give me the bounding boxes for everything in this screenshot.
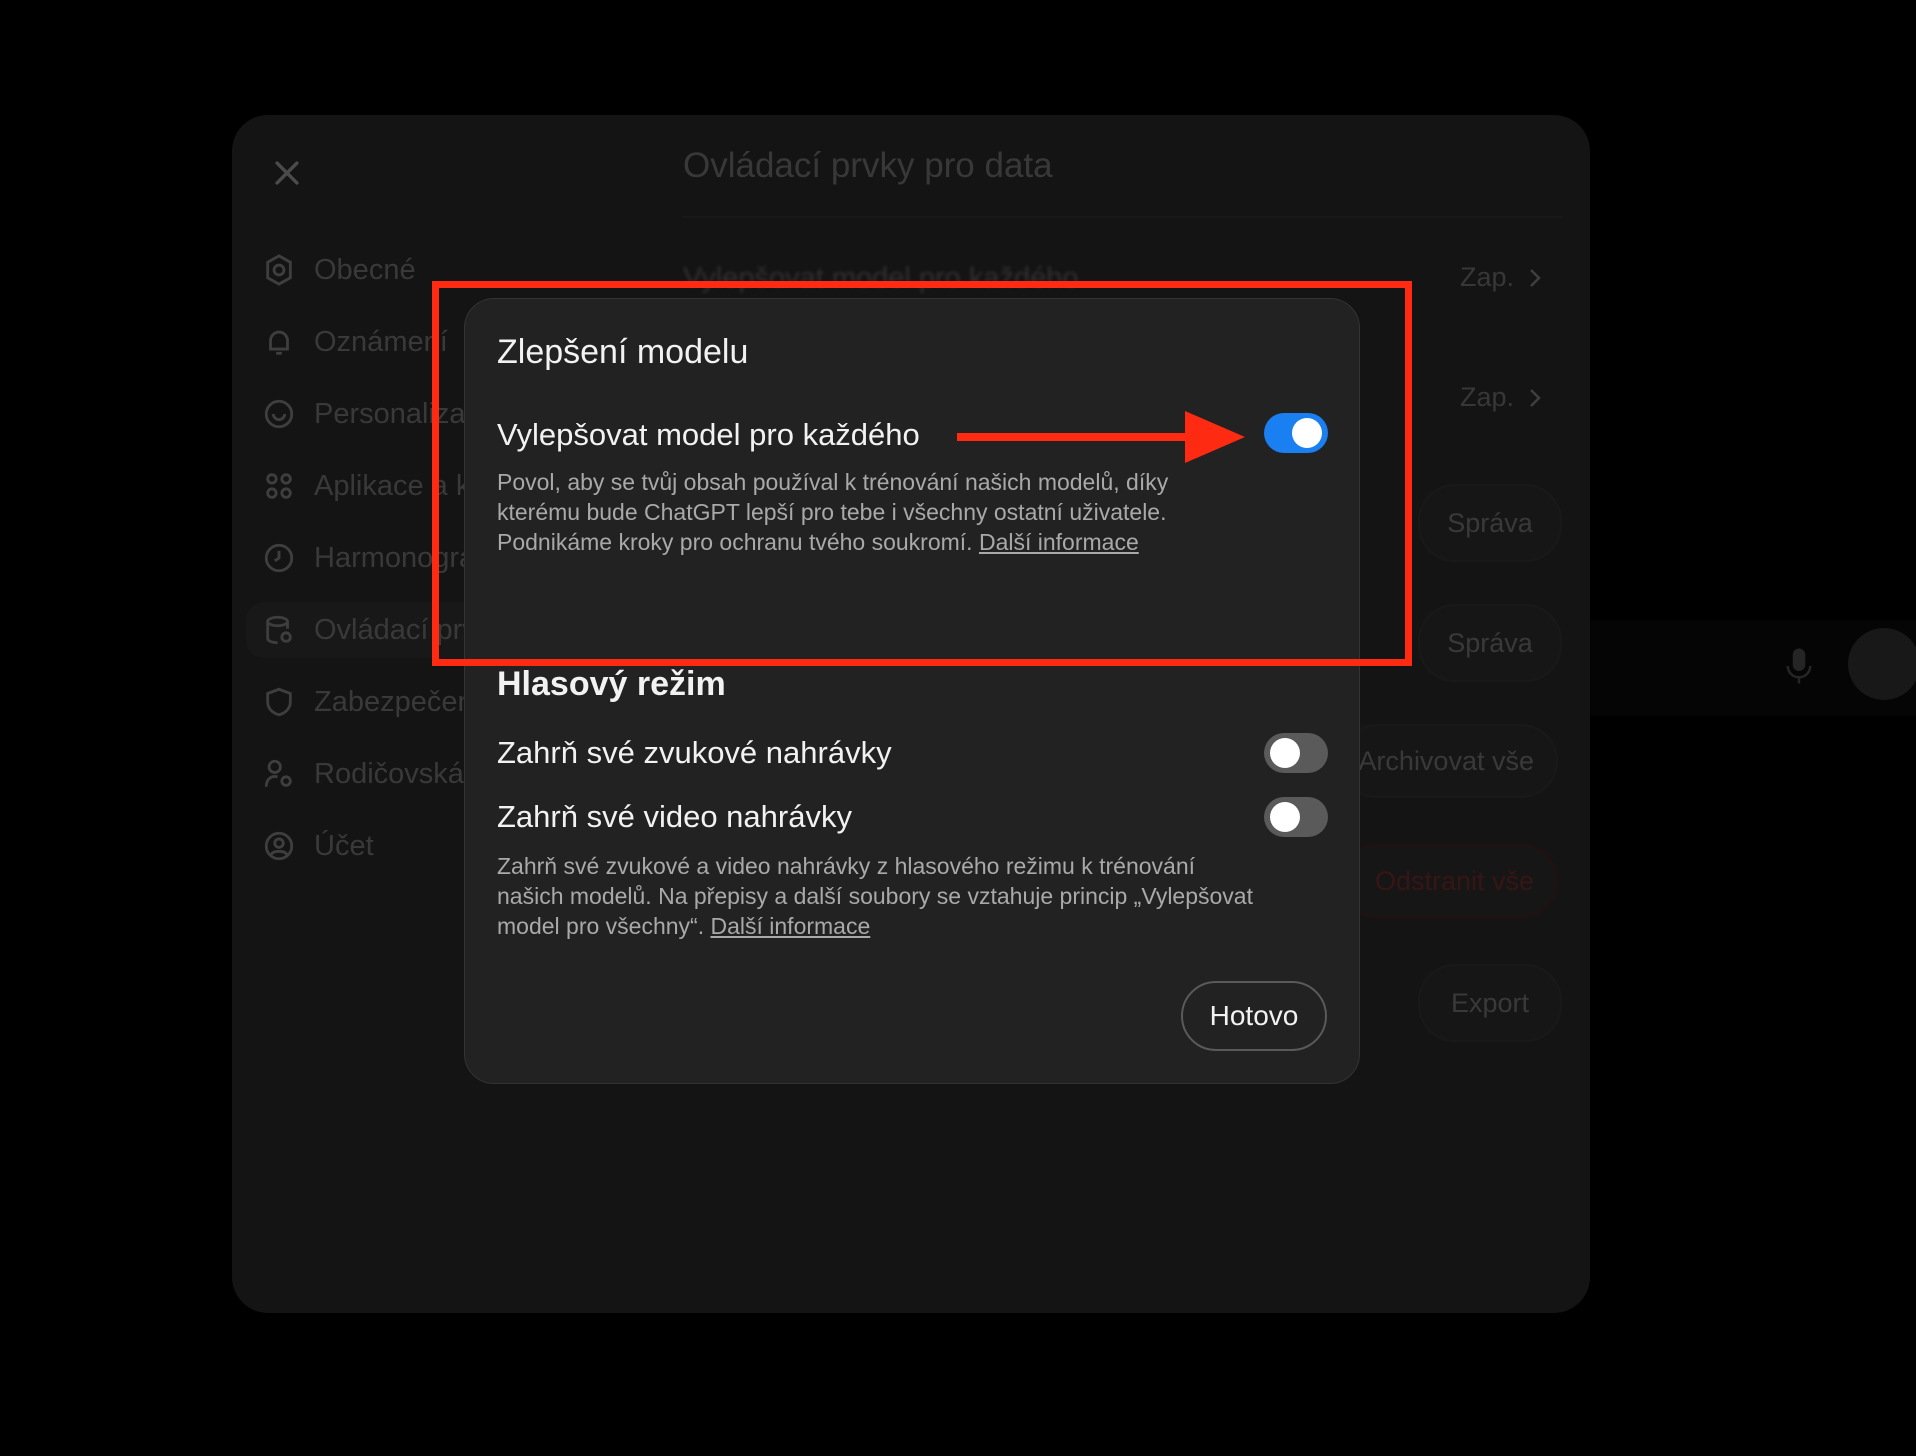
- chevron-right-icon: [1530, 388, 1541, 407]
- done-button[interactable]: Hotovo: [1181, 981, 1327, 1051]
- improve-model-toggle[interactable]: [1264, 413, 1328, 453]
- delete-all-button[interactable]: Odstranit vše: [1340, 844, 1558, 918]
- voice-mode-description: Zahrň své zvukové a video nahrávky z hla…: [497, 851, 1257, 941]
- voice-mode-heading: Hlasový režim: [497, 665, 726, 703]
- personalization-icon: [264, 399, 294, 429]
- include-video-toggle[interactable]: [1264, 797, 1328, 837]
- manage-button[interactable]: Správa: [1418, 604, 1562, 682]
- export-button[interactable]: Export: [1418, 964, 1562, 1042]
- model-improvement-dialog: Zlepšení modelu Vylepšovat model pro kaž…: [464, 298, 1360, 1084]
- settings-page-title: Ovládací prvky pro data: [683, 146, 1053, 185]
- setting-row-label: Vylepšovat model pro každého: [683, 262, 1079, 294]
- toggle-knob: [1270, 738, 1300, 768]
- voice-mode-button[interactable]: [1848, 628, 1916, 700]
- setting-row-value[interactable]: Zap.: [1460, 262, 1542, 293]
- setting-row-value[interactable]: Zap.: [1460, 382, 1542, 413]
- description-text: Zahrň své zvukové a video nahrávky z hla…: [497, 853, 1253, 939]
- sidebar-item-general[interactable]: Obecné: [262, 242, 522, 298]
- bell-icon: [269, 330, 289, 355]
- learn-more-link[interactable]: Další informace: [979, 529, 1139, 555]
- manage-button[interactable]: Správa: [1418, 484, 1562, 562]
- shield-icon: [266, 687, 292, 717]
- setting-value-text: Zap.: [1460, 382, 1515, 412]
- include-video-label: Zahrň své video nahrávky: [497, 799, 852, 834]
- sidebar-item-label: Účet: [314, 829, 374, 862]
- chevron-right-icon: [1530, 268, 1541, 287]
- setting-value-text: Zap.: [1460, 262, 1515, 292]
- include-audio-toggle[interactable]: [1264, 733, 1328, 773]
- archive-all-button[interactable]: Archivovat vše: [1340, 724, 1558, 798]
- toggle-knob: [1270, 802, 1300, 832]
- learn-more-link[interactable]: Další informace: [710, 913, 870, 939]
- divider: [683, 216, 1563, 218]
- sidebar-item-label: Zabezpečení: [314, 685, 482, 718]
- clock-icon: [264, 543, 294, 573]
- account-icon: [264, 831, 294, 861]
- dialog-title: Zlepšení modelu: [497, 333, 749, 371]
- apps-grid-icon: [266, 473, 292, 499]
- microphone-icon[interactable]: [1784, 646, 1814, 686]
- gear-icon: [266, 254, 292, 286]
- database-icon: [266, 615, 292, 645]
- improve-model-description: Povol, aby se tvůj obsah používal k trén…: [497, 467, 1257, 557]
- improve-model-label: Vylepšovat model pro každého: [497, 417, 920, 452]
- toggle-knob: [1292, 418, 1322, 448]
- sidebar-item-label: Obecné: [314, 253, 416, 286]
- include-audio-label: Zahrň své zvukové nahrávky: [497, 735, 892, 770]
- close-icon[interactable]: [270, 156, 304, 190]
- sidebar-item-label: Oznámení: [314, 325, 448, 358]
- parental-icon: [264, 759, 292, 787]
